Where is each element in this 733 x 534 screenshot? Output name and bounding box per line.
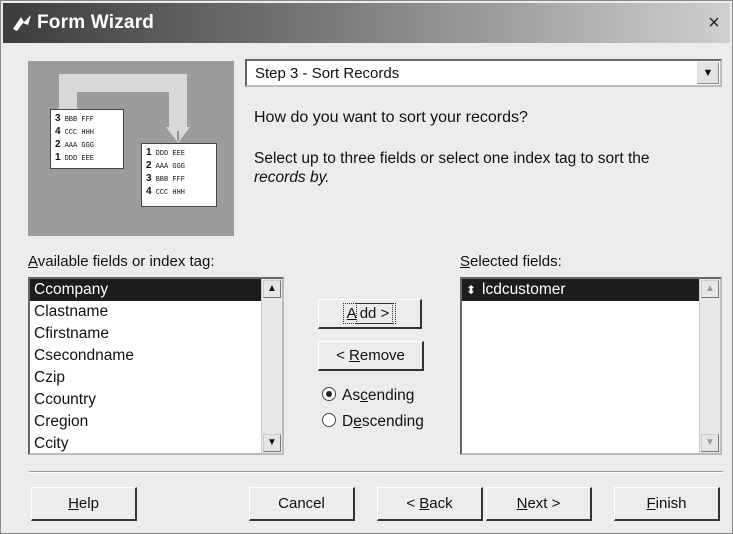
remove-button[interactable]: < Remove — [318, 341, 424, 371]
cancel-button[interactable]: Cancel — [249, 487, 355, 521]
form-wizard-window: Form Wizard × 3 BBB FFF 4 CCC HHH 2 AAA GGG… — [0, 0, 733, 534]
chevron-down-icon[interactable]: ▼ — [697, 62, 719, 84]
radio-checked-icon — [322, 387, 336, 401]
list-item[interactable]: Ccity — [30, 433, 282, 453]
scroll-up-icon[interactable]: ▲ — [263, 280, 281, 298]
title-bar[interactable]: Form Wizard × — [3, 3, 730, 43]
scroll-down-icon[interactable]: ▼ — [263, 434, 281, 452]
add-button[interactable]: Add > — [318, 299, 422, 329]
list-item[interactable]: Ccountry — [30, 389, 282, 411]
back-button[interactable]: < Back — [377, 487, 483, 521]
sort-direction-icon[interactable]: ⬍ — [466, 279, 482, 301]
sort-question: How do you want to sort your records? — [254, 109, 528, 126]
next-button[interactable]: Next > — [486, 487, 592, 521]
selected-fields-label: Selected fields: — [460, 253, 562, 270]
footer-divider — [29, 471, 723, 473]
available-scrollbar[interactable]: ▲ ▼ — [261, 279, 282, 453]
scroll-up-icon[interactable]: ▲ — [701, 280, 719, 298]
help-button[interactable]: Help — [31, 487, 137, 521]
available-fields-label: Available fields or index tag: — [28, 253, 215, 270]
list-item[interactable]: Cregion — [30, 411, 282, 433]
unsorted-records-card: 3 BBB FFF 4 CCC HHH 2 AAA GGG 1 DDD EEE — [50, 109, 124, 169]
step-dropdown[interactable]: Step 3 - Sort Records ▼ — [245, 59, 722, 87]
wizard-icon — [13, 15, 31, 31]
descending-radio[interactable]: Descending — [322, 413, 424, 431]
scroll-down-icon[interactable]: ▼ — [701, 434, 719, 452]
sort-instruction: Select up to three fields or select one … — [254, 150, 650, 186]
list-item[interactable]: ⬍ lcdcustomer — [462, 279, 720, 301]
radio-unchecked-icon — [322, 413, 336, 427]
close-button[interactable]: × — [703, 13, 725, 35]
sort-illustration: 3 BBB FFF 4 CCC HHH 2 AAA GGG 1 DDD EEE 1 DDD… — [28, 61, 234, 236]
ascending-radio[interactable]: Ascending — [322, 387, 414, 405]
list-item[interactable]: Czip — [30, 367, 282, 389]
selected-fields-list[interactable]: ⬍ lcdcustomer ▲ ▼ — [460, 277, 722, 455]
list-item[interactable]: Cfirstname — [30, 323, 282, 345]
sorted-records-card: 1 DDD EEE 2 AAA GGG 3 BBB FFF 4 CCC HHH — [141, 143, 217, 207]
finish-button[interactable]: Finish — [614, 487, 720, 521]
selected-scrollbar[interactable]: ▲ ▼ — [699, 279, 720, 453]
window-title: Form Wizard — [37, 12, 155, 33]
available-fields-list[interactable]: Ccompany Clastname Cfirstname Csecondnam… — [28, 277, 284, 455]
list-item[interactable]: Clastname — [30, 301, 282, 323]
step-dropdown-value: Step 3 - Sort Records — [255, 65, 400, 82]
list-item[interactable]: Ccompany — [30, 279, 282, 301]
list-item[interactable]: Csecondname — [30, 345, 282, 367]
